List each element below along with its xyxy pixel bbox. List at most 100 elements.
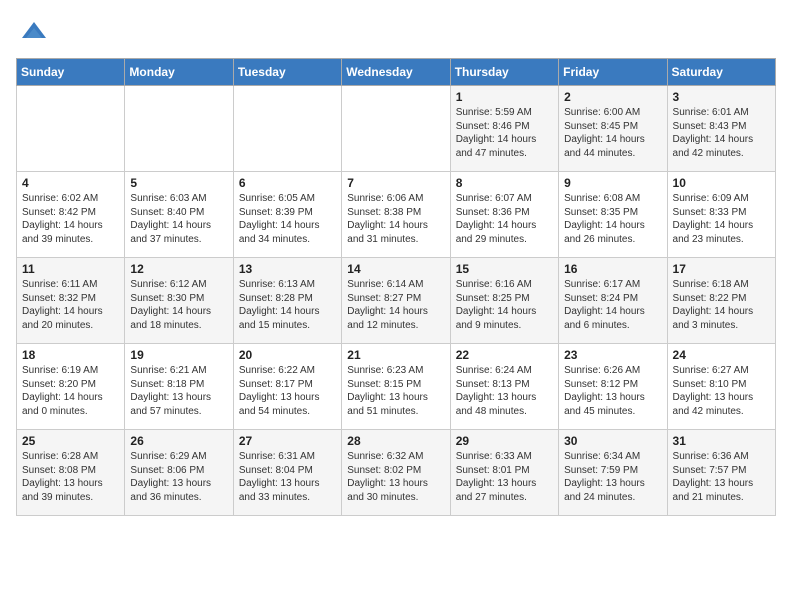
- day-info: Sunrise: 6:36 AMSunset: 7:57 PMDaylight:…: [673, 450, 770, 504]
- logo: [16, 16, 48, 46]
- day-info: Sunrise: 6:26 AMSunset: 8:12 PMDaylight:…: [564, 364, 661, 418]
- calendar-table: SundayMondayTuesdayWednesdayThursdayFrid…: [16, 58, 776, 516]
- calendar-body: 1 Sunrise: 5:59 AMSunset: 8:46 PMDaylight…: [17, 86, 776, 516]
- day-info: Sunrise: 6:18 AMSunset: 8:22 PMDaylight:…: [673, 278, 770, 332]
- day-info: Sunrise: 6:34 AMSunset: 7:59 PMDaylight:…: [564, 450, 661, 504]
- day-cell: 20 Sunrise: 6:22 AMSunset: 8:17 PMDayligh…: [233, 344, 341, 430]
- day-info: Sunrise: 6:01 AMSunset: 8:43 PMDaylight:…: [673, 106, 770, 160]
- day-cell: 4 Sunrise: 6:02 AMSunset: 8:42 PMDaylight…: [17, 172, 125, 258]
- day-number: 12: [130, 262, 227, 276]
- logo-icon: [20, 18, 48, 46]
- week-row-2: 4 Sunrise: 6:02 AMSunset: 8:42 PMDaylight…: [17, 172, 776, 258]
- day-cell: 28 Sunrise: 6:32 AMSunset: 8:02 PMDayligh…: [342, 430, 450, 516]
- day-cell: 15 Sunrise: 6:16 AMSunset: 8:25 PMDayligh…: [450, 258, 558, 344]
- day-info: Sunrise: 6:12 AMSunset: 8:30 PMDaylight:…: [130, 278, 227, 332]
- day-info: Sunrise: 6:33 AMSunset: 8:01 PMDaylight:…: [456, 450, 553, 504]
- day-cell: 6 Sunrise: 6:05 AMSunset: 8:39 PMDaylight…: [233, 172, 341, 258]
- day-number: 17: [673, 262, 770, 276]
- header-cell-friday: Friday: [559, 59, 667, 86]
- day-number: 31: [673, 434, 770, 448]
- header-cell-sunday: Sunday: [17, 59, 125, 86]
- day-cell: 13 Sunrise: 6:13 AMSunset: 8:28 PMDayligh…: [233, 258, 341, 344]
- day-number: 20: [239, 348, 336, 362]
- day-cell: [17, 86, 125, 172]
- day-number: 28: [347, 434, 444, 448]
- day-cell: 26 Sunrise: 6:29 AMSunset: 8:06 PMDayligh…: [125, 430, 233, 516]
- day-cell: [125, 86, 233, 172]
- day-number: 6: [239, 176, 336, 190]
- day-cell: 23 Sunrise: 6:26 AMSunset: 8:12 PMDayligh…: [559, 344, 667, 430]
- day-number: 11: [22, 262, 119, 276]
- day-number: 13: [239, 262, 336, 276]
- day-cell: [342, 86, 450, 172]
- day-info: Sunrise: 6:00 AMSunset: 8:45 PMDaylight:…: [564, 106, 661, 160]
- day-info: Sunrise: 6:09 AMSunset: 8:33 PMDaylight:…: [673, 192, 770, 246]
- week-row-3: 11 Sunrise: 6:11 AMSunset: 8:32 PMDayligh…: [17, 258, 776, 344]
- day-info: Sunrise: 5:59 AMSunset: 8:46 PMDaylight:…: [456, 106, 553, 160]
- day-number: 19: [130, 348, 227, 362]
- day-info: Sunrise: 6:14 AMSunset: 8:27 PMDaylight:…: [347, 278, 444, 332]
- day-info: Sunrise: 6:28 AMSunset: 8:08 PMDaylight:…: [22, 450, 119, 504]
- day-number: 4: [22, 176, 119, 190]
- day-number: 29: [456, 434, 553, 448]
- day-cell: 30 Sunrise: 6:34 AMSunset: 7:59 PMDayligh…: [559, 430, 667, 516]
- day-cell: 25Sunrise: 6:28 AMSunset: 8:08 PMDayligh…: [17, 430, 125, 516]
- day-cell: 11 Sunrise: 6:11 AMSunset: 8:32 PMDayligh…: [17, 258, 125, 344]
- day-info: Sunrise: 6:02 AMSunset: 8:42 PMDaylight:…: [22, 192, 119, 246]
- day-info: Sunrise: 6:16 AMSunset: 8:25 PMDaylight:…: [456, 278, 553, 332]
- day-number: 16: [564, 262, 661, 276]
- day-cell: 14Sunrise: 6:14 AMSunset: 8:27 PMDayligh…: [342, 258, 450, 344]
- day-cell: 8Sunrise: 6:07 AMSunset: 8:36 PMDaylight…: [450, 172, 558, 258]
- day-number: 23: [564, 348, 661, 362]
- header-cell-monday: Monday: [125, 59, 233, 86]
- day-info: Sunrise: 6:13 AMSunset: 8:28 PMDaylight:…: [239, 278, 336, 332]
- day-cell: 1 Sunrise: 5:59 AMSunset: 8:46 PMDaylight…: [450, 86, 558, 172]
- week-row-4: 18 Sunrise: 6:19 AMSunset: 8:20 PMDayligh…: [17, 344, 776, 430]
- day-info: Sunrise: 6:32 AMSunset: 8:02 PMDaylight:…: [347, 450, 444, 504]
- day-info: Sunrise: 6:24 AMSunset: 8:13 PMDaylight:…: [456, 364, 553, 418]
- day-number: 26: [130, 434, 227, 448]
- header-cell-thursday: Thursday: [450, 59, 558, 86]
- day-cell: 9Sunrise: 6:08 AMSunset: 8:35 PMDaylight…: [559, 172, 667, 258]
- day-info: Sunrise: 6:29 AMSunset: 8:06 PMDaylight:…: [130, 450, 227, 504]
- day-info: Sunrise: 6:17 AMSunset: 8:24 PMDaylight:…: [564, 278, 661, 332]
- day-info: Sunrise: 6:05 AMSunset: 8:39 PMDaylight:…: [239, 192, 336, 246]
- day-info: Sunrise: 6:27 AMSunset: 8:10 PMDaylight:…: [673, 364, 770, 418]
- day-cell: 17 Sunrise: 6:18 AMSunset: 8:22 PMDayligh…: [667, 258, 775, 344]
- day-info: Sunrise: 6:19 AMSunset: 8:20 PMDaylight:…: [22, 364, 119, 418]
- day-cell: 22 Sunrise: 6:24 AMSunset: 8:13 PMDayligh…: [450, 344, 558, 430]
- header-cell-wednesday: Wednesday: [342, 59, 450, 86]
- day-cell: 19 Sunrise: 6:21 AMSunset: 8:18 PMDayligh…: [125, 344, 233, 430]
- header-cell-saturday: Saturday: [667, 59, 775, 86]
- day-cell: 31 Sunrise: 6:36 AMSunset: 7:57 PMDayligh…: [667, 430, 775, 516]
- day-cell: 16 Sunrise: 6:17 AMSunset: 8:24 PMDayligh…: [559, 258, 667, 344]
- week-row-5: 25Sunrise: 6:28 AMSunset: 8:08 PMDayligh…: [17, 430, 776, 516]
- day-cell: 12 Sunrise: 6:12 AMSunset: 8:30 PMDayligh…: [125, 258, 233, 344]
- day-info: Sunrise: 6:21 AMSunset: 8:18 PMDaylight:…: [130, 364, 227, 418]
- day-number: 15: [456, 262, 553, 276]
- day-cell: 24 Sunrise: 6:27 AMSunset: 8:10 PMDayligh…: [667, 344, 775, 430]
- day-cell: 3 Sunrise: 6:01 AMSunset: 8:43 PMDaylight…: [667, 86, 775, 172]
- day-number: 24: [673, 348, 770, 362]
- day-cell: 2 Sunrise: 6:00 AMSunset: 8:45 PMDaylight…: [559, 86, 667, 172]
- week-row-1: 1 Sunrise: 5:59 AMSunset: 8:46 PMDaylight…: [17, 86, 776, 172]
- day-cell: 7Sunrise: 6:06 AMSunset: 8:38 PMDaylight…: [342, 172, 450, 258]
- day-info: Sunrise: 6:31 AMSunset: 8:04 PMDaylight:…: [239, 450, 336, 504]
- day-cell: [233, 86, 341, 172]
- day-number: 10: [673, 176, 770, 190]
- day-number: 9: [564, 176, 661, 190]
- day-info: Sunrise: 6:22 AMSunset: 8:17 PMDaylight:…: [239, 364, 336, 418]
- day-cell: 18 Sunrise: 6:19 AMSunset: 8:20 PMDayligh…: [17, 344, 125, 430]
- day-cell: 21 Sunrise: 6:23 AMSunset: 8:15 PMDayligh…: [342, 344, 450, 430]
- day-number: 27: [239, 434, 336, 448]
- day-info: Sunrise: 6:11 AMSunset: 8:32 PMDaylight:…: [22, 278, 119, 332]
- day-number: 2: [564, 90, 661, 104]
- day-number: 3: [673, 90, 770, 104]
- day-number: 21: [347, 348, 444, 362]
- day-number: 5: [130, 176, 227, 190]
- day-number: 18: [22, 348, 119, 362]
- day-info: Sunrise: 6:23 AMSunset: 8:15 PMDaylight:…: [347, 364, 444, 418]
- day-number: 1: [456, 90, 553, 104]
- day-number: 30: [564, 434, 661, 448]
- day-number: 22: [456, 348, 553, 362]
